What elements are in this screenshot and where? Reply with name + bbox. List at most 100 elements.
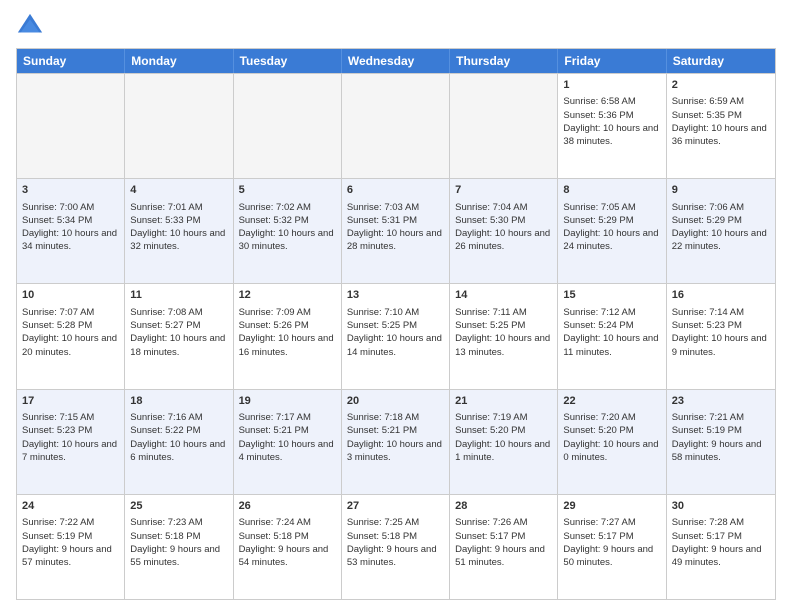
header-cell-thursday: Thursday bbox=[450, 49, 558, 73]
day-cell-22: 22 Sunrise: 7:20 AM Sunset: 5:20 PM Dayli… bbox=[558, 390, 666, 494]
day-cell-13: 13 Sunrise: 7:10 AM Sunset: 5:25 PM Dayli… bbox=[342, 284, 450, 388]
day-cell-30: 30 Sunrise: 7:28 AM Sunset: 5:17 PM Dayli… bbox=[667, 495, 775, 599]
day-number: 2 bbox=[672, 78, 770, 93]
day-cell-14: 14 Sunrise: 7:11 AM Sunset: 5:25 PM Dayli… bbox=[450, 284, 558, 388]
day-info: Sunrise: 7:04 AM Sunset: 5:30 PM Dayligh… bbox=[455, 201, 552, 254]
day-number: 3 bbox=[22, 183, 119, 198]
day-number: 25 bbox=[130, 499, 227, 514]
day-info: Sunrise: 7:00 AM Sunset: 5:34 PM Dayligh… bbox=[22, 201, 119, 254]
day-cell-10: 10Sunrise: 7:07 AM Sunset: 5:28 PM Dayli… bbox=[17, 284, 125, 388]
day-info: Sunrise: 7:27 AM Sunset: 5:17 PM Dayligh… bbox=[563, 516, 660, 569]
calendar-row-1: 3 Sunrise: 7:00 AM Sunset: 5:34 PM Daylig… bbox=[17, 178, 775, 283]
day-info: Sunrise: 7:07 AM Sunset: 5:28 PM Dayligh… bbox=[22, 306, 119, 359]
day-cell-19: 19 Sunrise: 7:17 AM Sunset: 5:21 PM Dayli… bbox=[234, 390, 342, 494]
day-cell-2: 2Sunrise: 6:59 AM Sunset: 5:35 PM Daylig… bbox=[667, 74, 775, 178]
calendar-header: SundayMondayTuesdayWednesdayThursdayFrid… bbox=[17, 49, 775, 73]
header-cell-friday: Friday bbox=[558, 49, 666, 73]
day-number: 22 bbox=[563, 394, 660, 409]
day-number: 16 bbox=[672, 288, 770, 303]
day-info: Sunrise: 7:16 AM Sunset: 5:22 PM Dayligh… bbox=[130, 411, 227, 464]
day-cell-9: 9Sunrise: 7:06 AM Sunset: 5:29 PM Daylig… bbox=[667, 179, 775, 283]
empty-cell bbox=[17, 74, 125, 178]
day-info: Sunrise: 7:20 AM Sunset: 5:20 PM Dayligh… bbox=[563, 411, 660, 464]
day-cell-17: 17Sunrise: 7:15 AM Sunset: 5:23 PM Dayli… bbox=[17, 390, 125, 494]
day-number: 12 bbox=[239, 288, 336, 303]
day-cell-3: 3 Sunrise: 7:00 AM Sunset: 5:34 PM Daylig… bbox=[17, 179, 125, 283]
day-cell-6: 6 Sunrise: 7:03 AM Sunset: 5:31 PM Daylig… bbox=[342, 179, 450, 283]
empty-cell bbox=[234, 74, 342, 178]
day-info: Sunrise: 7:17 AM Sunset: 5:21 PM Dayligh… bbox=[239, 411, 336, 464]
empty-cell bbox=[125, 74, 233, 178]
day-number: 8 bbox=[563, 183, 660, 198]
day-cell-29: 29 Sunrise: 7:27 AM Sunset: 5:17 PM Dayli… bbox=[558, 495, 666, 599]
day-cell-11: 11Sunrise: 7:08 AM Sunset: 5:27 PM Dayli… bbox=[125, 284, 233, 388]
calendar-row-2: 10Sunrise: 7:07 AM Sunset: 5:28 PM Dayli… bbox=[17, 283, 775, 388]
empty-cell bbox=[342, 74, 450, 178]
day-info: Sunrise: 7:02 AM Sunset: 5:32 PM Dayligh… bbox=[239, 201, 336, 254]
day-cell-7: 7 Sunrise: 7:04 AM Sunset: 5:30 PM Daylig… bbox=[450, 179, 558, 283]
calendar: SundayMondayTuesdayWednesdayThursdayFrid… bbox=[16, 48, 776, 600]
day-number: 9 bbox=[672, 183, 770, 198]
day-cell-5: 5 Sunrise: 7:02 AM Sunset: 5:32 PM Daylig… bbox=[234, 179, 342, 283]
day-info: Sunrise: 7:25 AM Sunset: 5:18 PM Dayligh… bbox=[347, 516, 444, 569]
calendar-body: 1Sunrise: 6:58 AM Sunset: 5:36 PM Daylig… bbox=[17, 73, 775, 599]
day-info: Sunrise: 6:58 AM Sunset: 5:36 PM Dayligh… bbox=[563, 95, 660, 148]
day-number: 20 bbox=[347, 394, 444, 409]
day-number: 14 bbox=[455, 288, 552, 303]
day-info: Sunrise: 7:15 AM Sunset: 5:23 PM Dayligh… bbox=[22, 411, 119, 464]
day-cell-15: 15Sunrise: 7:12 AM Sunset: 5:24 PM Dayli… bbox=[558, 284, 666, 388]
header-cell-sunday: Sunday bbox=[17, 49, 125, 73]
day-cell-4: 4 Sunrise: 7:01 AM Sunset: 5:33 PM Daylig… bbox=[125, 179, 233, 283]
day-cell-27: 27 Sunrise: 7:25 AM Sunset: 5:18 PM Dayli… bbox=[342, 495, 450, 599]
empty-cell bbox=[450, 74, 558, 178]
day-number: 19 bbox=[239, 394, 336, 409]
day-info: Sunrise: 7:01 AM Sunset: 5:33 PM Dayligh… bbox=[130, 201, 227, 254]
header-cell-monday: Monday bbox=[125, 49, 233, 73]
day-info: Sunrise: 7:18 AM Sunset: 5:21 PM Dayligh… bbox=[347, 411, 444, 464]
calendar-row-0: 1Sunrise: 6:58 AM Sunset: 5:36 PM Daylig… bbox=[17, 73, 775, 178]
logo bbox=[16, 12, 48, 40]
day-number: 6 bbox=[347, 183, 444, 198]
day-info: Sunrise: 7:12 AM Sunset: 5:24 PM Dayligh… bbox=[563, 306, 660, 359]
day-info: Sunrise: 7:28 AM Sunset: 5:17 PM Dayligh… bbox=[672, 516, 770, 569]
day-info: Sunrise: 7:10 AM Sunset: 5:25 PM Dayligh… bbox=[347, 306, 444, 359]
day-number: 27 bbox=[347, 499, 444, 514]
day-cell-24: 24 Sunrise: 7:22 AM Sunset: 5:19 PM Dayli… bbox=[17, 495, 125, 599]
day-number: 7 bbox=[455, 183, 552, 198]
day-cell-1: 1Sunrise: 6:58 AM Sunset: 5:36 PM Daylig… bbox=[558, 74, 666, 178]
day-number: 11 bbox=[130, 288, 227, 303]
calendar-row-4: 24 Sunrise: 7:22 AM Sunset: 5:19 PM Dayli… bbox=[17, 494, 775, 599]
day-info: Sunrise: 7:24 AM Sunset: 5:18 PM Dayligh… bbox=[239, 516, 336, 569]
day-number: 26 bbox=[239, 499, 336, 514]
day-number: 21 bbox=[455, 394, 552, 409]
logo-icon bbox=[16, 12, 44, 40]
day-info: Sunrise: 7:21 AM Sunset: 5:19 PM Dayligh… bbox=[672, 411, 770, 464]
day-cell-18: 18 Sunrise: 7:16 AM Sunset: 5:22 PM Dayli… bbox=[125, 390, 233, 494]
day-number: 30 bbox=[672, 499, 770, 514]
day-cell-25: 25 Sunrise: 7:23 AM Sunset: 5:18 PM Dayli… bbox=[125, 495, 233, 599]
day-cell-8: 8Sunrise: 7:05 AM Sunset: 5:29 PM Daylig… bbox=[558, 179, 666, 283]
day-info: Sunrise: 7:19 AM Sunset: 5:20 PM Dayligh… bbox=[455, 411, 552, 464]
day-number: 13 bbox=[347, 288, 444, 303]
day-info: Sunrise: 7:03 AM Sunset: 5:31 PM Dayligh… bbox=[347, 201, 444, 254]
day-cell-28: 28Sunrise: 7:26 AM Sunset: 5:17 PM Dayli… bbox=[450, 495, 558, 599]
day-number: 28 bbox=[455, 499, 552, 514]
day-info: Sunrise: 7:11 AM Sunset: 5:25 PM Dayligh… bbox=[455, 306, 552, 359]
day-number: 18 bbox=[130, 394, 227, 409]
day-number: 24 bbox=[22, 499, 119, 514]
page: SundayMondayTuesdayWednesdayThursdayFrid… bbox=[0, 0, 792, 612]
day-number: 4 bbox=[130, 183, 227, 198]
day-info: Sunrise: 7:22 AM Sunset: 5:19 PM Dayligh… bbox=[22, 516, 119, 569]
day-number: 29 bbox=[563, 499, 660, 514]
header-cell-tuesday: Tuesday bbox=[234, 49, 342, 73]
day-number: 23 bbox=[672, 394, 770, 409]
day-info: Sunrise: 7:23 AM Sunset: 5:18 PM Dayligh… bbox=[130, 516, 227, 569]
day-number: 5 bbox=[239, 183, 336, 198]
day-cell-16: 16 Sunrise: 7:14 AM Sunset: 5:23 PM Dayli… bbox=[667, 284, 775, 388]
day-cell-20: 20 Sunrise: 7:18 AM Sunset: 5:21 PM Dayli… bbox=[342, 390, 450, 494]
day-info: Sunrise: 7:14 AM Sunset: 5:23 PM Dayligh… bbox=[672, 306, 770, 359]
day-cell-12: 12Sunrise: 7:09 AM Sunset: 5:26 PM Dayli… bbox=[234, 284, 342, 388]
header bbox=[16, 12, 776, 40]
day-cell-23: 23 Sunrise: 7:21 AM Sunset: 5:19 PM Dayli… bbox=[667, 390, 775, 494]
day-cell-26: 26 Sunrise: 7:24 AM Sunset: 5:18 PM Dayli… bbox=[234, 495, 342, 599]
